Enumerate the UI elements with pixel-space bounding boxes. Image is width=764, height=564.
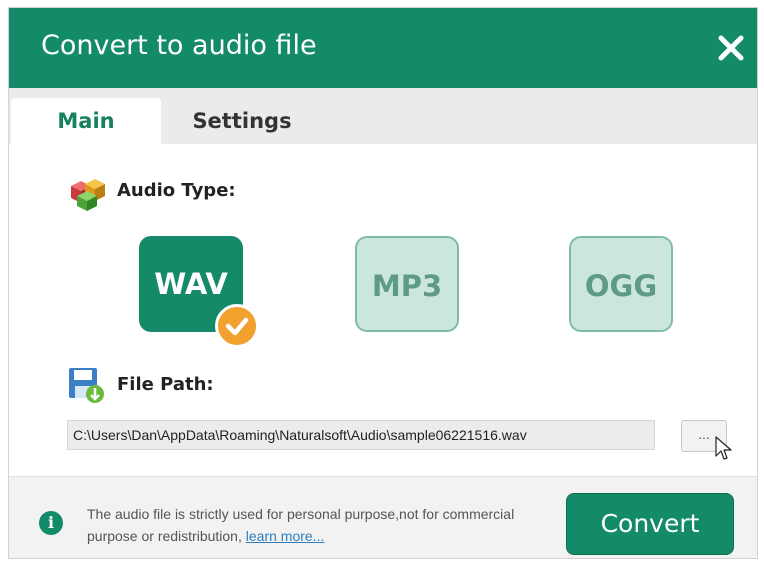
close-icon[interactable]: [715, 32, 747, 64]
checkmark-icon: [215, 304, 259, 348]
tab-bar: Main Settings: [9, 88, 757, 144]
mouse-cursor-icon: [715, 436, 733, 462]
format-ogg-button[interactable]: OGG: [569, 236, 673, 332]
footer-bar: i The audio file is strictly used for pe…: [9, 476, 757, 558]
info-icon: i: [39, 511, 63, 535]
convert-dialog: Convert to audio file Main Settings Audi…: [8, 7, 758, 559]
file-path-label: File Path:: [117, 374, 214, 395]
tab-settings[interactable]: Settings: [167, 98, 317, 144]
title-bar: Convert to audio file: [9, 8, 757, 88]
convert-button[interactable]: Convert: [566, 493, 734, 555]
audio-type-label: Audio Type:: [117, 180, 236, 201]
usage-notice: The audio file is strictly used for pers…: [87, 503, 527, 547]
cubes-icon: [63, 176, 107, 212]
file-path-field[interactable]: C:\Users\Dan\AppData\Roaming\Naturalsoft…: [67, 420, 655, 450]
save-disk-icon: [67, 366, 105, 404]
format-mp3-button[interactable]: MP3: [355, 236, 459, 332]
learn-more-link[interactable]: learn more...: [246, 528, 325, 544]
tab-main[interactable]: Main: [11, 98, 161, 144]
dialog-title: Convert to audio file: [41, 30, 317, 61]
